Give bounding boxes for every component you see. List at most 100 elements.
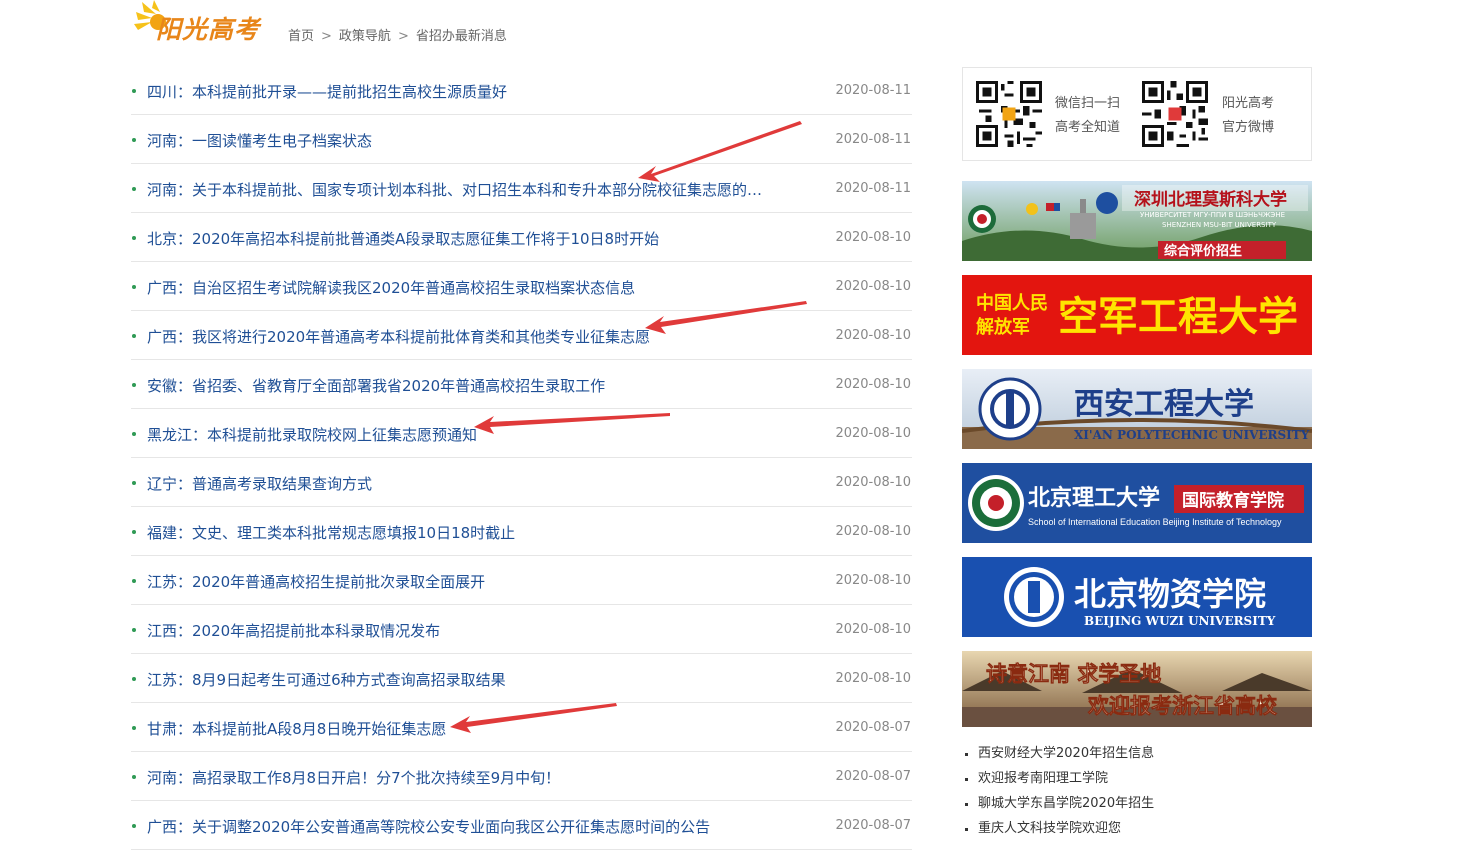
news-date: 2020-08-11 bbox=[835, 181, 911, 196]
news-item: 广西：关于调整2020年公安普通高等院校公安专业面向我区公开征集志愿时间的公告 2… bbox=[131, 801, 912, 850]
qr-caption-line: 微信扫一扫 bbox=[1055, 96, 1121, 111]
banner-title-left: 解放军 bbox=[976, 316, 1030, 338]
news-item: 福建：文史、理工类本科批常规志愿填报10日18时截止 2020-08-10 bbox=[131, 507, 912, 556]
news-date: 2020-08-10 bbox=[835, 573, 911, 588]
bullet-icon bbox=[132, 775, 136, 779]
news-item: 黑龙江：本科提前批录取院校网上征集志愿预通知 2020-08-10 bbox=[131, 409, 912, 458]
banner-title: 北京物资学院 bbox=[1074, 575, 1266, 613]
bullet-icon bbox=[132, 285, 136, 289]
news-item: 河南：一图读懂考生电子档案状态 2020-08-11 bbox=[131, 115, 912, 164]
bullet-icon bbox=[132, 530, 136, 534]
news-item: 北京：2020年高招本科提前批普通类A段录取志愿征集工作将于10日8时开始 202… bbox=[131, 213, 912, 262]
qr-code-panel: 微信扫一扫 高考全知道 阳光高考 官方微博 bbox=[962, 67, 1312, 161]
news-item: 甘肃：本科提前批A段8月8日晚开始征集志愿 2020-08-07 bbox=[131, 703, 912, 752]
bullet-icon bbox=[132, 334, 136, 338]
banner-subtitle-en: SHENZHEN MSU-BIT UNIVERSITY bbox=[1162, 221, 1277, 229]
bullet-icon bbox=[132, 236, 136, 240]
qr-caption-line: 高考全知道 bbox=[1055, 120, 1121, 135]
breadcrumb-separator: > bbox=[321, 29, 332, 44]
bullet-icon bbox=[132, 726, 136, 730]
site-logo[interactable]: 阳光高考 bbox=[132, 0, 272, 48]
banner-xian-polytechnic-university[interactable]: 西安工程大学 XI'AN POLYTECHNIC UNIVERSITY bbox=[962, 369, 1312, 449]
news-title-link[interactable]: 北京：2020年高招本科提前批普通类A段录取志愿征集工作将于10日8时开始 bbox=[147, 228, 787, 249]
news-date: 2020-08-10 bbox=[835, 230, 911, 245]
sidebar-link[interactable]: 聊城大学东昌学院2020年招生 bbox=[962, 791, 1312, 816]
breadcrumb: 首页 > 政策导航 > 省招办最新消息 bbox=[288, 25, 507, 44]
wechat-qr-caption: 微信扫一扫 高考全知道 bbox=[1055, 92, 1120, 140]
news-item: 广西：自治区招生考试院解读我区2020年普通高校招生录取档案状态信息 2020-0… bbox=[131, 262, 912, 311]
news-title-link[interactable]: 江苏：8月9日起考生可通过6种方式查询高招录取结果 bbox=[147, 669, 787, 690]
news-item: 辽宁：普通高考录取结果查询方式 2020-08-10 bbox=[131, 458, 912, 507]
banner-subtitle: School of International Education Beijin… bbox=[1028, 517, 1282, 527]
news-date: 2020-08-07 bbox=[835, 818, 911, 833]
news-item: 广西：我区将进行2020年普通高考本科提前批体育类和其他类专业征集志愿 2020-… bbox=[131, 311, 912, 360]
news-date: 2020-08-10 bbox=[835, 426, 911, 441]
news-title-link[interactable]: 黑龙江：本科提前批录取院校网上征集志愿预通知 bbox=[147, 424, 787, 445]
bullet-icon bbox=[132, 89, 136, 93]
news-list: 四川：本科提前批开录——提前批招生高校生源质量好 2020-08-11 河南：一图… bbox=[131, 66, 912, 850]
banner-title: 北京理工大学 bbox=[1028, 485, 1160, 511]
news-item: 安徽：省招委、省教育厅全面部署我省2020年普通高校招生录取工作 2020-08-… bbox=[131, 360, 912, 409]
news-date: 2020-08-10 bbox=[835, 475, 911, 490]
weibo-qr-code-icon[interactable] bbox=[1142, 81, 1208, 147]
news-title-link[interactable]: 河南：一图读懂考生电子档案状态 bbox=[147, 130, 787, 151]
banner-air-force-engineering-university[interactable]: 中国人民 解放军 空军工程大学 bbox=[962, 275, 1312, 355]
logo-text: 阳光高考 bbox=[156, 15, 261, 44]
banner-zhejiang-universities[interactable]: 诗意江南 求学圣地 欢迎报考浙江省高校 bbox=[962, 651, 1312, 727]
news-date: 2020-08-10 bbox=[835, 524, 911, 539]
banner-tag: 国际教育学院 bbox=[1182, 490, 1284, 511]
news-title-link[interactable]: 甘肃：本科提前批A段8月8日晚开始征集志愿 bbox=[147, 718, 787, 739]
sidebar-link[interactable]: 重庆人文科技学院欢迎您 bbox=[962, 816, 1312, 841]
news-title-link[interactable]: 四川：本科提前批开录——提前批招生高校生源质量好 bbox=[147, 81, 787, 102]
bullet-icon bbox=[132, 481, 136, 485]
banner-beijing-wuzi-university[interactable]: 北京物资学院 BEIJING WUZI UNIVERSITY bbox=[962, 557, 1312, 637]
banner-subtitle: BEIJING WUZI UNIVERSITY bbox=[1084, 614, 1276, 628]
news-item: 河南：关于本科提前批、国家专项计划本科批、对口招生本科和专升本部分院校征集志愿的… bbox=[131, 164, 912, 213]
bullet-icon bbox=[132, 579, 136, 583]
bullet-icon bbox=[132, 187, 136, 191]
news-item: 河南：高招录取工作8月8日开启！分7个批次持续至9月中旬！ 2020-08-07 bbox=[131, 752, 912, 801]
news-item: 四川：本科提前批开录——提前批招生高校生源质量好 2020-08-11 bbox=[131, 66, 912, 115]
bullet-icon bbox=[132, 824, 136, 828]
qr-caption-line: 阳光高考 bbox=[1222, 96, 1275, 111]
breadcrumb-policy[interactable]: 政策导航 bbox=[339, 29, 391, 44]
news-title-link[interactable]: 广西：我区将进行2020年普通高考本科提前批体育类和其他类专业征集志愿 bbox=[147, 326, 787, 347]
banner-bit-international-education[interactable]: 北京理工大学 国际教育学院 School of International Ed… bbox=[962, 463, 1312, 543]
banner-shenzhen-msu-bit[interactable]: 深圳北理莫斯科大学 УНИВЕРСИТЕТ МГУ-ППИ В ШЭНЬЧЖЭН… bbox=[962, 181, 1312, 261]
banner-title: 深圳北理莫斯科大学 bbox=[1134, 189, 1287, 210]
news-title-link[interactable]: 广西：关于调整2020年公安普通高等院校公安专业面向我区公开征集志愿时间的公告 bbox=[147, 816, 787, 837]
banner-title: 西安工程大学 bbox=[1074, 387, 1254, 422]
sidebar-link[interactable]: 欢迎报考南阳理工学院 bbox=[962, 766, 1312, 791]
breadcrumb-current[interactable]: 省招办最新消息 bbox=[416, 29, 507, 44]
banner-title: 诗意江南 求学圣地 bbox=[986, 661, 1161, 686]
news-date: 2020-08-11 bbox=[835, 83, 911, 98]
news-date: 2020-08-10 bbox=[835, 377, 911, 392]
qr-caption-line: 官方微博 bbox=[1222, 120, 1275, 135]
news-date: 2020-08-11 bbox=[835, 132, 911, 147]
news-title-link[interactable]: 江苏：2020年普通高校招生提前批次录取全面展开 bbox=[147, 571, 787, 592]
news-date: 2020-08-10 bbox=[835, 671, 911, 686]
banner-subtitle: 欢迎报考浙江省高校 bbox=[1087, 693, 1278, 718]
bullet-icon bbox=[132, 628, 136, 632]
bullet-icon bbox=[132, 432, 136, 436]
news-title-link[interactable]: 安徽：省招委、省教育厅全面部署我省2020年普通高校招生录取工作 bbox=[147, 375, 787, 396]
banner-subtitle: УНИВЕРСИТЕТ МГУ-ППИ В ШЭНЬЧЖЭНЕ bbox=[1140, 211, 1285, 219]
breadcrumb-home[interactable]: 首页 bbox=[288, 29, 314, 44]
news-date: 2020-08-10 bbox=[835, 279, 911, 294]
news-title-link[interactable]: 福建：文史、理工类本科批常规志愿填报10日18时截止 bbox=[147, 522, 787, 543]
page-header: 阳光高考 首页 > 政策导航 > 省招办最新消息 bbox=[132, 0, 932, 55]
wechat-qr-code-icon[interactable] bbox=[976, 81, 1042, 147]
news-title-link[interactable]: 河南：高招录取工作8月8日开启！分7个批次持续至9月中旬！ bbox=[147, 767, 787, 788]
news-title-link[interactable]: 江西：2020年高招提前批本科录取情况发布 bbox=[147, 620, 787, 641]
news-title-link[interactable]: 辽宁：普通高考录取结果查询方式 bbox=[147, 473, 787, 494]
bullet-icon bbox=[132, 138, 136, 142]
news-title-link[interactable]: 河南：关于本科提前批、国家专项计划本科批、对口招生本科和专升本部分院校征集志愿的… bbox=[147, 179, 772, 200]
banner-subtitle: XI'AN POLYTECHNIC UNIVERSITY bbox=[1074, 428, 1310, 442]
bullet-icon bbox=[132, 677, 136, 681]
sidebar: 微信扫一扫 高考全知道 阳光高考 官方微博 深圳北理莫斯科大学 УНИВЕРСИ… bbox=[962, 67, 1312, 841]
news-title-link[interactable]: 广西：自治区招生考试院解读我区2020年普通高校招生录取档案状态信息 bbox=[147, 277, 787, 298]
sidebar-link[interactable]: 西安财经大学2020年招生信息 bbox=[962, 741, 1312, 766]
news-date: 2020-08-10 bbox=[835, 328, 911, 343]
banner-tag: 综合评价招生 bbox=[1164, 243, 1242, 259]
weibo-qr-caption: 阳光高考 官方微博 bbox=[1222, 92, 1274, 140]
